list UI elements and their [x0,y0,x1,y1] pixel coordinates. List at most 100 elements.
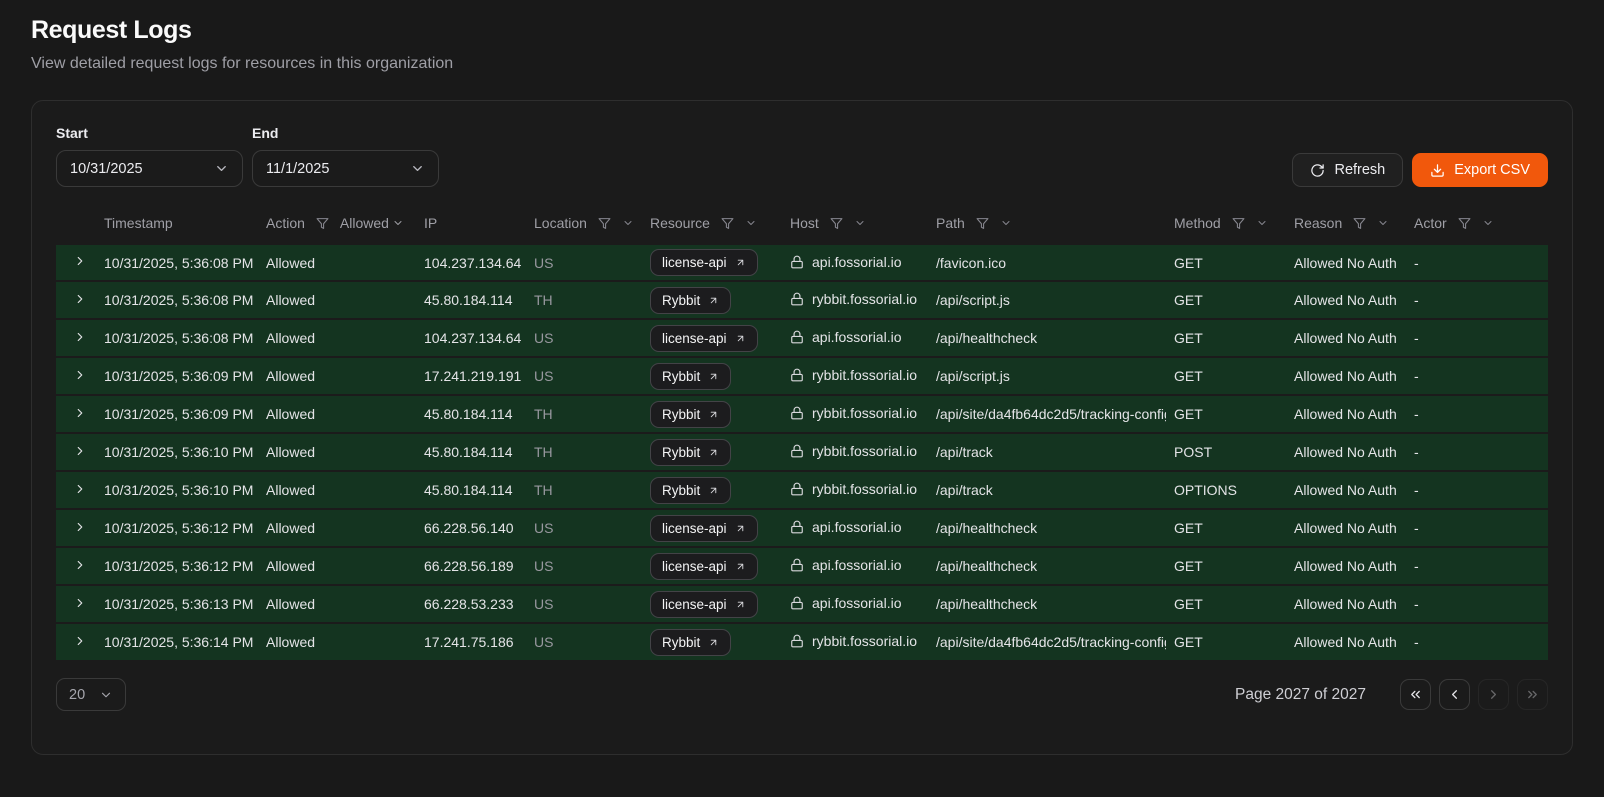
timestamp-cell: 10/31/2025, 5:36:10 PM [96,434,258,472]
action-filter-icon[interactable] [316,217,329,230]
method-menu-icon[interactable] [1256,217,1268,229]
page-title: Request Logs [31,16,1573,45]
path-cell: /api/healthcheck [928,510,1166,548]
table-row[interactable]: 10/31/2025, 5:36:08 PM Allowed 45.80.184… [56,282,1548,320]
expand-row-button[interactable] [73,254,87,268]
action-cell: Allowed [258,434,416,472]
export-csv-button[interactable]: Export CSV [1412,153,1548,187]
refresh-button[interactable]: Refresh [1292,153,1403,187]
actor-menu-icon[interactable] [1482,217,1494,229]
prev-page-button[interactable] [1439,679,1470,710]
resource-badge[interactable]: Rybbit [650,629,731,656]
host-name: api.fossorial.io [812,595,902,611]
path-filter-icon[interactable] [976,217,989,230]
resource-cell: license-api [642,320,782,358]
table-row[interactable]: 10/31/2025, 5:36:08 PM Allowed 104.237.1… [56,320,1548,358]
resource-menu-icon[interactable] [745,217,757,229]
resource-badge[interactable]: Rybbit [650,439,731,466]
location-cell: TH [526,472,642,510]
start-date-select[interactable]: 10/31/2025 [56,150,243,187]
host-cell: rybbit.fossorial.io [782,358,928,396]
reason-cell: Allowed No Auth [1286,358,1406,396]
resource-badge[interactable]: Rybbit [650,401,731,428]
expand-row-button[interactable] [73,558,87,572]
timestamp-cell: 10/31/2025, 5:36:08 PM [96,320,258,358]
resource-badge[interactable]: license-api [650,515,758,542]
expand-row-button[interactable] [73,368,87,382]
path-menu-icon[interactable] [1000,217,1012,229]
resource-badge[interactable]: Rybbit [650,287,731,314]
host-cell: api.fossorial.io [782,510,928,548]
expand-row-button[interactable] [73,444,87,458]
table-row[interactable]: 10/31/2025, 5:36:10 PM Allowed 45.80.184… [56,472,1548,510]
method-cell: GET [1166,624,1286,662]
reason-menu-icon[interactable] [1377,217,1389,229]
resource-badge[interactable]: Rybbit [650,477,731,504]
actor-cell: - [1406,396,1548,434]
resource-filter-icon[interactable] [721,217,734,230]
reason-cell: Allowed No Auth [1286,510,1406,548]
table-row[interactable]: 10/31/2025, 5:36:12 PM Allowed 66.228.56… [56,548,1548,586]
last-page-button[interactable] [1517,679,1548,710]
path-cell: /api/track [928,472,1166,510]
expander-cell [56,510,96,548]
resource-badge[interactable]: license-api [650,249,758,276]
host-menu-icon[interactable] [854,217,866,229]
table-row[interactable]: 10/31/2025, 5:36:12 PM Allowed 66.228.56… [56,510,1548,548]
resource-name: license-api [662,331,727,346]
table-row[interactable]: 10/31/2025, 5:36:09 PM Allowed 45.80.184… [56,396,1548,434]
expand-row-button[interactable] [73,482,87,496]
host-filter-icon[interactable] [830,217,843,230]
expand-row-button[interactable] [73,406,87,420]
host-cell: rybbit.fossorial.io [782,282,928,320]
path-cell: /api/site/da4fb64dc2d5/tracking-config [928,624,1166,662]
expand-row-button[interactable] [73,292,87,306]
location-cell: TH [526,396,642,434]
location-menu-icon[interactable] [622,217,634,229]
chevron-right-icon [73,368,87,382]
lock-icon [790,406,804,420]
table-row[interactable]: 10/31/2025, 5:36:08 PM Allowed 104.237.1… [56,244,1548,282]
refresh-button-label: Refresh [1334,162,1385,178]
first-page-button[interactable] [1400,679,1431,710]
arrow-up-right-icon [708,371,719,382]
resource-badge[interactable]: license-api [650,553,758,580]
lock-icon [790,596,804,610]
ip-cell: 66.228.56.189 [416,548,526,586]
col-actor: Actor [1406,205,1548,244]
resource-cell: license-api [642,548,782,586]
host-name: rybbit.fossorial.io [812,633,917,649]
end-date-select[interactable]: 11/1/2025 [252,150,439,187]
expand-row-button[interactable] [73,634,87,648]
expand-row-button[interactable] [73,330,87,344]
reason-filter-icon[interactable] [1353,217,1366,230]
host-name: api.fossorial.io [812,519,902,535]
ip-cell: 104.237.134.64 [416,320,526,358]
resource-badge[interactable]: Rybbit [650,363,731,390]
location-filter-icon[interactable] [598,217,611,230]
page-size-select[interactable]: 20 [56,678,126,711]
table-row[interactable]: 10/31/2025, 5:36:09 PM Allowed 17.241.21… [56,358,1548,396]
next-page-button[interactable] [1478,679,1509,710]
table-row[interactable]: 10/31/2025, 5:36:14 PM Allowed 17.241.75… [56,624,1548,662]
action-cell: Allowed [258,624,416,662]
action-filter-dropdown[interactable]: Allowed [340,215,404,231]
expand-row-button[interactable] [73,596,87,610]
col-method: Method [1166,205,1286,244]
location-cell: US [526,624,642,662]
expand-row-button[interactable] [73,520,87,534]
resource-badge[interactable]: license-api [650,325,758,352]
resource-name: Rybbit [662,407,700,422]
arrow-up-right-icon [708,637,719,648]
resource-name: license-api [662,521,727,536]
resource-badge[interactable]: license-api [650,591,758,618]
actor-filter-icon[interactable] [1458,217,1471,230]
table-row[interactable]: 10/31/2025, 5:36:10 PM Allowed 45.80.184… [56,434,1548,472]
path-cell: /api/healthcheck [928,320,1166,358]
resource-cell: Rybbit [642,624,782,662]
method-filter-icon[interactable] [1232,217,1245,230]
timestamp-cell: 10/31/2025, 5:36:08 PM [96,282,258,320]
table-row[interactable]: 10/31/2025, 5:36:13 PM Allowed 66.228.53… [56,586,1548,624]
lock-icon [790,292,804,306]
resource-cell: license-api [642,586,782,624]
